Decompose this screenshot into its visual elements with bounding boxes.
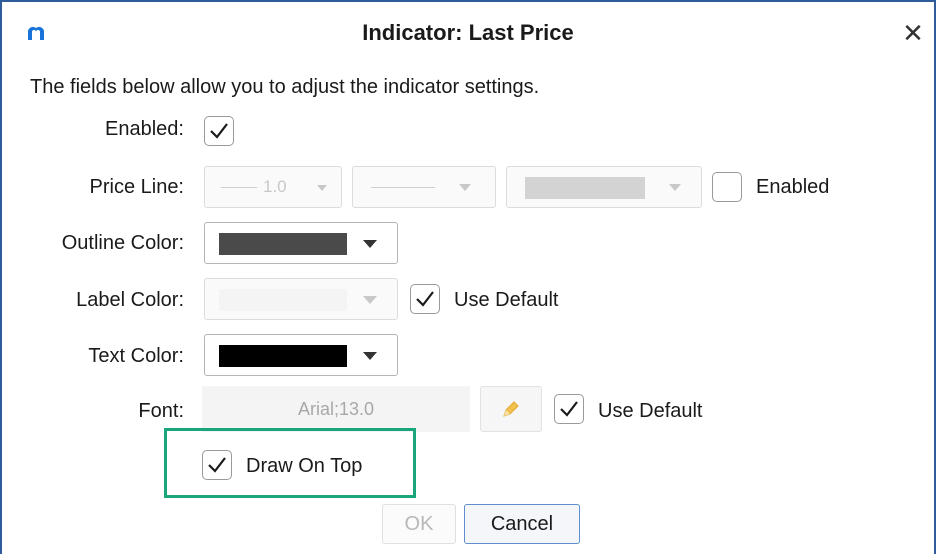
outline-color-swatch: [219, 233, 347, 255]
price-line-enabled-label: Enabled: [756, 176, 830, 198]
dialog-title: Indicator: Last Price: [362, 20, 574, 45]
chevron-down-icon: [459, 184, 471, 191]
checkmark-icon: [416, 291, 434, 307]
enabled-checkbox[interactable]: [204, 116, 234, 146]
pencil-icon: [503, 401, 519, 417]
outline-color-select[interactable]: [204, 222, 398, 264]
price-line-width-select[interactable]: 1.0: [204, 166, 342, 208]
enabled-label: Enabled:: [105, 118, 184, 140]
checkmark-icon: [208, 457, 226, 473]
chevron-down-icon: [363, 240, 377, 248]
label-color-use-default-label: Use Default: [454, 289, 559, 311]
outline-color-label: Outline Color:: [61, 232, 184, 254]
font-use-default-checkbox[interactable]: [554, 394, 584, 424]
line-style-sample: [371, 187, 435, 188]
chevron-down-icon: [317, 185, 327, 191]
checkmark-icon: [210, 123, 228, 139]
chevron-down-icon: [669, 184, 681, 191]
description-text: The fields below allow you to adjust the…: [30, 76, 540, 98]
font-use-default-label: Use Default: [598, 400, 703, 422]
price-line-color-select[interactable]: [506, 166, 702, 208]
text-color-select[interactable]: [204, 334, 398, 376]
ok-button[interactable]: OK: [382, 504, 456, 544]
price-line-label: Price Line:: [89, 176, 185, 198]
close-icon[interactable]: ✕: [898, 18, 928, 48]
label-color-use-default-checkbox[interactable]: [410, 284, 440, 314]
cancel-button[interactable]: Cancel: [464, 504, 580, 544]
label-color-select[interactable]: [204, 278, 398, 320]
label-color-swatch: [219, 289, 347, 311]
draw-on-top-label: Draw On Top: [246, 455, 363, 477]
text-color-label: Text Color:: [88, 345, 184, 367]
indicator-dialog: Indicator: Last Price ✕ The fields below…: [0, 0, 936, 554]
title-bar: Indicator: Last Price ✕: [2, 2, 934, 64]
checkmark-icon: [560, 401, 578, 417]
edit-font-button[interactable]: [480, 386, 542, 432]
line-sample: [221, 187, 257, 188]
text-color-swatch: [219, 345, 347, 367]
chevron-down-icon: [363, 296, 377, 304]
price-line-style-select[interactable]: [352, 166, 496, 208]
font-label: Font:: [138, 400, 184, 422]
draw-on-top-checkbox[interactable]: [202, 450, 232, 480]
price-line-width-value: 1.0: [263, 177, 287, 196]
price-line-color-swatch: [525, 177, 645, 199]
label-color-label: Label Color:: [76, 289, 184, 311]
font-value-field: Arial;13.0: [202, 386, 470, 432]
chevron-down-icon: [363, 352, 377, 360]
price-line-enabled-checkbox[interactable]: [712, 172, 742, 202]
